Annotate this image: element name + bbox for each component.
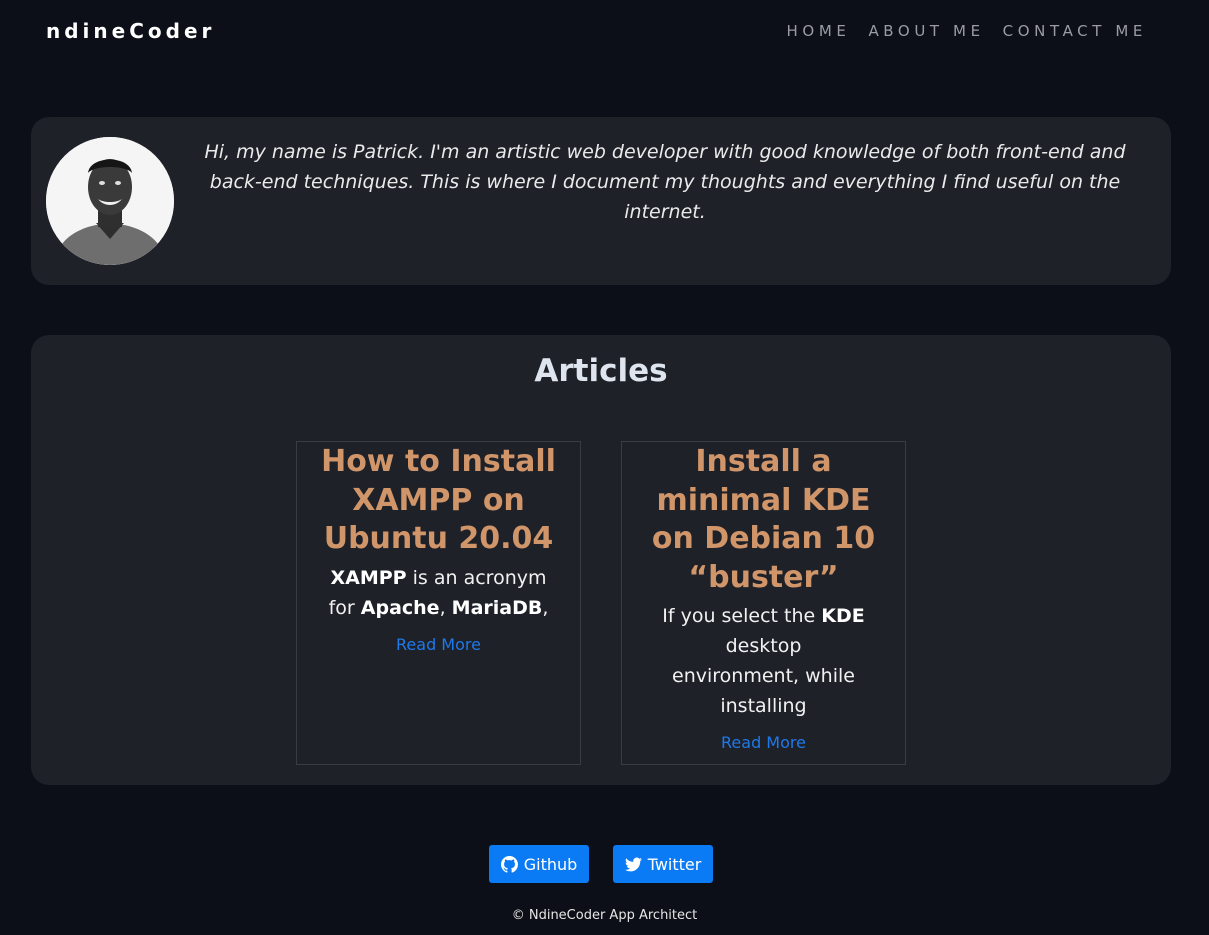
articles-panel: Articles How to Install XAMPP on Ubuntu … xyxy=(31,335,1171,785)
nav-contact-link[interactable]: CONTACT ME xyxy=(1003,22,1147,40)
excerpt-bold: KDE xyxy=(821,605,865,627)
nav-home-link[interactable]: HOME xyxy=(787,22,851,40)
github-button[interactable]: Github xyxy=(489,845,589,883)
excerpt-bold: Apache xyxy=(360,596,440,619)
github-button-label: Github xyxy=(523,854,578,874)
article-card: Install a minimal KDE on Debian 10 “bust… xyxy=(621,441,906,765)
avatar xyxy=(46,137,174,265)
article-excerpt: If you select the KDE desktop environmen… xyxy=(622,597,905,721)
articles-heading: Articles xyxy=(534,353,668,389)
twitter-icon xyxy=(624,857,642,871)
footer-copyright: © NdineCoder App Architect xyxy=(511,908,698,923)
article-title: How to Install XAMPP on Ubuntu 20.04 xyxy=(321,444,556,556)
excerpt-text: , xyxy=(439,596,452,619)
article-excerpt: XAMPP is an acronym for Apache, MariaDB, xyxy=(297,559,580,623)
top-navbar: ndineCoder HOME ABOUT ME CONTACT ME xyxy=(0,0,1209,64)
excerpt-text: If you select the xyxy=(662,605,822,627)
read-more-link[interactable]: Read More xyxy=(396,635,481,654)
avatar-photo-icon xyxy=(46,137,174,265)
brand-logo-link[interactable]: ndineCoder xyxy=(46,19,215,43)
intro-panel: Hi, my name is Patrick. I'm an artistic … xyxy=(31,117,1171,285)
read-more-link[interactable]: Read More xyxy=(721,733,806,752)
excerpt-bold: MariaDB xyxy=(451,596,543,619)
twitter-button[interactable]: Twitter xyxy=(613,845,713,883)
github-icon xyxy=(500,855,518,873)
intro-bio-text: Hi, my name is Patrick. I'm an artistic … xyxy=(204,141,1126,223)
excerpt-text: desktop environment, while installing xyxy=(672,635,855,717)
nav-about-link[interactable]: ABOUT ME xyxy=(868,22,984,40)
excerpt-text: , xyxy=(542,596,549,619)
article-title: Install a minimal KDE on Debian 10 “bust… xyxy=(651,444,876,595)
twitter-button-label: Twitter xyxy=(647,854,702,874)
excerpt-bold: XAMPP xyxy=(330,566,407,589)
main-nav: HOME ABOUT ME CONTACT ME xyxy=(787,22,1147,40)
article-card: How to Install XAMPP on Ubuntu 20.04 XAM… xyxy=(296,441,581,765)
